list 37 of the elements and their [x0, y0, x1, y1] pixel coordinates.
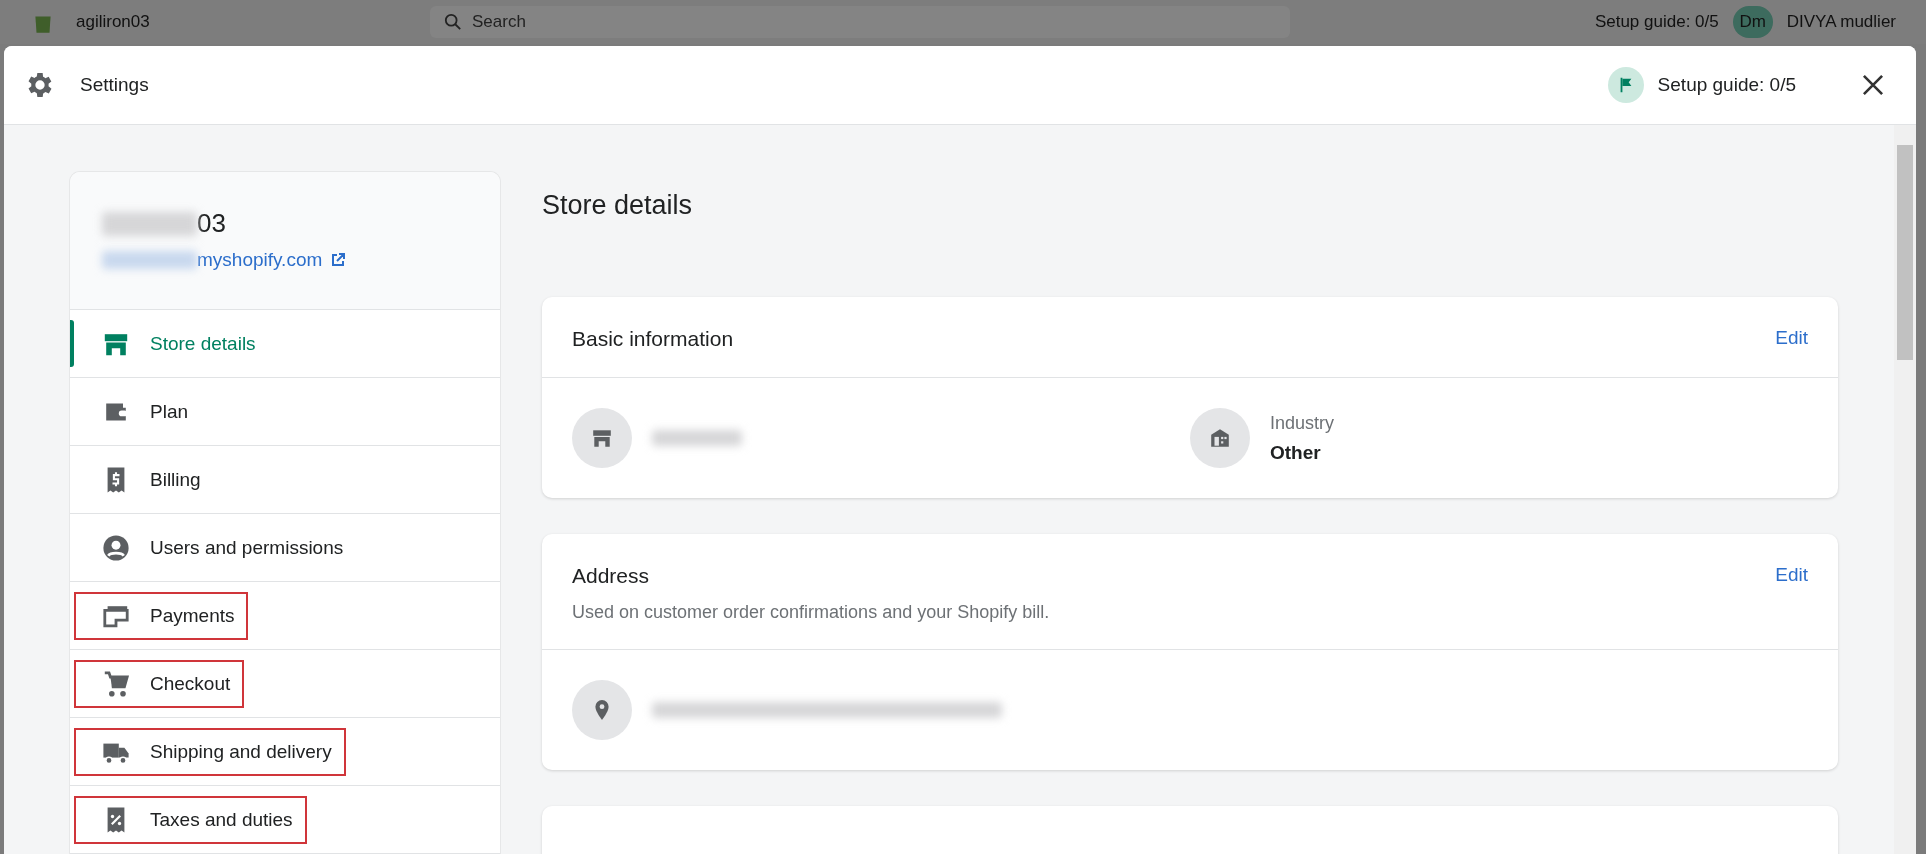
- sidebar-item[interactable]: Users and permissions: [70, 514, 500, 582]
- setup-guide-link[interactable]: Setup guide: 0/5: [1594, 12, 1719, 32]
- user-icon: [102, 533, 130, 562]
- page-title: Store details: [542, 190, 694, 221]
- user-name: DIVYA mudlier: [1786, 12, 1896, 32]
- field-value: Other: [1270, 441, 1322, 464]
- sidebar-item[interactable]: Checkout: [70, 650, 500, 718]
- sidebar-item[interactable]: Taxes and duties: [70, 786, 500, 854]
- window-title: Settings: [80, 74, 149, 96]
- store-icon: [572, 408, 632, 468]
- external-link-icon: [330, 252, 347, 268]
- location-pin-icon: [572, 680, 632, 740]
- highlight-frame: Shipping and delivery: [74, 727, 346, 776]
- card-title: Address: [572, 564, 651, 588]
- cart-icon: [102, 669, 130, 698]
- setup-guide-link[interactable]: Setup guide: 0/5: [1657, 74, 1796, 96]
- flag-icon: [1607, 67, 1644, 103]
- card-description: Used on customer order confirmations and your Shopify bill.: [572, 602, 1050, 623]
- scrollbar[interactable]: [1894, 125, 1916, 854]
- highlight-frame: Checkout: [74, 659, 245, 708]
- highlight-frame: Payments: [74, 591, 249, 640]
- store-name: 03: [197, 208, 226, 239]
- sidebar-item[interactable]: Billing: [70, 446, 500, 514]
- sidebar-item[interactable]: Payments: [70, 582, 500, 650]
- sidebar-item[interactable]: Store details: [70, 310, 500, 378]
- sidebar-item[interactable]: Shipping and delivery: [70, 718, 500, 786]
- store-name: agiliron03: [76, 12, 150, 32]
- edit-link[interactable]: Edit: [1775, 564, 1808, 586]
- field-label: Industry: [1270, 412, 1335, 434]
- close-icon[interactable]: [1860, 72, 1886, 98]
- building-icon: [1190, 408, 1250, 468]
- search-field[interactable]: Search: [430, 6, 1290, 38]
- card-title: Basic information: [572, 327, 734, 351]
- store-url-link[interactable]: myshopify.com: [197, 249, 323, 271]
- edit-link[interactable]: Edit: [1775, 327, 1808, 349]
- highlight-frame: Taxes and duties: [74, 795, 307, 844]
- sidebar-item[interactable]: Plan: [70, 378, 500, 446]
